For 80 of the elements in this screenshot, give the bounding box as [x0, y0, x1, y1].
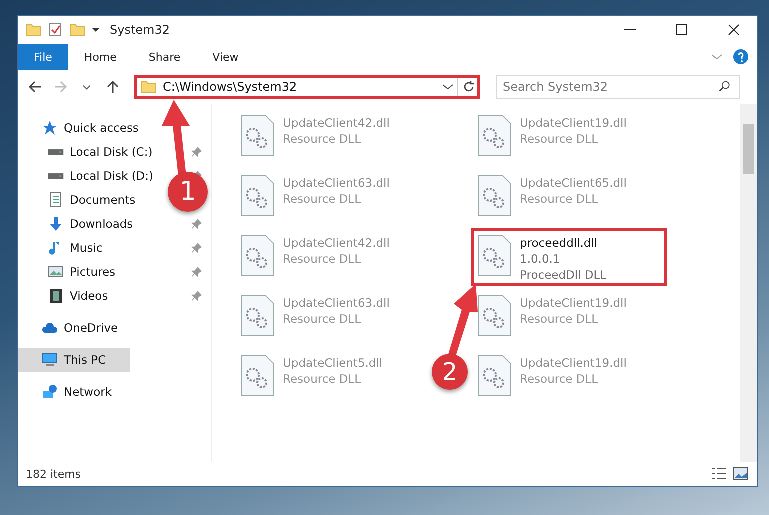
- gear-file-icon: [241, 355, 275, 397]
- file-description: Resource DLL: [283, 191, 362, 207]
- file-description: Resource DLL: [520, 191, 600, 207]
- folder-icon: [26, 22, 42, 38]
- file-description: Resource DLL: [283, 311, 362, 327]
- customize-caret-icon: [92, 28, 100, 32]
- details-view-icon: [711, 466, 727, 482]
- file-description: Resource DLL: [283, 251, 362, 267]
- file-name: UpdateClient42.dll: [283, 235, 390, 251]
- ribbon-tab[interactable]: Share: [132, 44, 197, 70]
- gear-file-icon: [241, 115, 275, 157]
- maximize-icon: [676, 24, 688, 36]
- nav-item[interactable]: Local Disk (C:): [18, 140, 159, 164]
- file-description: Resource DLL: [520, 131, 600, 147]
- network-icon: [42, 384, 58, 400]
- file-description: Resource DLL: [520, 371, 600, 387]
- item-count: 182 items: [26, 468, 82, 480]
- help-icon: [733, 49, 749, 65]
- file-name: UpdateClient19.dll: [520, 355, 627, 371]
- large-icons-view-icon: [733, 466, 749, 482]
- scrollbar[interactable]: [740, 104, 757, 462]
- properties-icon: [48, 22, 64, 38]
- ribbon-tab[interactable]: View: [196, 44, 255, 70]
- folder-icon: [141, 79, 157, 95]
- gear-file-icon: [241, 235, 275, 277]
- download-arrow-icon: [48, 216, 64, 232]
- file-name: UpdateClient19.dll: [520, 115, 627, 131]
- file-description: Resource DLL: [283, 131, 362, 147]
- file-name: UpdateClient65.dll: [520, 175, 627, 191]
- nav-item[interactable]: OneDrive: [18, 316, 124, 340]
- address-bar[interactable]: C:\Windows\System32: [134, 75, 480, 99]
- monitor-icon: [42, 352, 58, 368]
- document-icon: [48, 192, 64, 208]
- gear-file-icon: [478, 175, 512, 217]
- file-version: 1.0.0.1: [520, 251, 562, 267]
- nav-item[interactable]: Documents: [18, 188, 142, 212]
- file-name: UpdateClient19.dll: [520, 295, 627, 311]
- back-arrow-icon: [28, 80, 42, 94]
- up-arrow-icon: [106, 80, 120, 94]
- drive-icon: [48, 173, 64, 179]
- window-title: System32: [110, 23, 172, 37]
- search-icon: [718, 80, 732, 94]
- file-name: UpdateClient63.dll: [283, 295, 390, 311]
- nav-item[interactable]: Quick access: [18, 116, 145, 140]
- nav-item[interactable]: Local Disk (D:): [18, 164, 160, 188]
- gear-file-icon: [478, 235, 512, 277]
- nav-item[interactable]: Music: [18, 236, 109, 260]
- cloud-icon: [42, 320, 58, 336]
- file-name: UpdateClient5.dll: [283, 355, 383, 371]
- ribbon-tab[interactable]: Home: [68, 44, 133, 70]
- file-menu-button[interactable]: File: [18, 44, 68, 70]
- file-name: UpdateClient63.dll: [283, 175, 390, 191]
- gear-file-icon: [478, 355, 512, 397]
- star-icon: [42, 120, 58, 136]
- close-icon: [728, 24, 740, 36]
- picture-icon: [48, 264, 64, 280]
- drive-icon: [48, 149, 64, 155]
- dropdown-caret-icon: [442, 84, 454, 90]
- nav-item[interactable]: Downloads: [18, 212, 140, 236]
- forward-arrow-icon: [54, 80, 68, 94]
- gear-file-icon: [478, 295, 512, 337]
- gear-file-icon: [241, 295, 275, 337]
- nav-item[interactable]: Videos: [18, 284, 114, 308]
- file-name: UpdateClient42.dll: [283, 115, 390, 131]
- gear-file-icon: [241, 175, 275, 217]
- file-description: Resource DLL: [283, 371, 362, 387]
- minimize-icon: [624, 29, 636, 31]
- new-folder-icon: [70, 22, 86, 38]
- file-description: ProceedDll DLL: [520, 267, 607, 283]
- search-field[interactable]: Search System32: [496, 75, 740, 99]
- nav-item[interactable]: Network: [18, 380, 118, 404]
- nav-item[interactable]: This PC: [18, 348, 130, 372]
- expand-ribbon-caret-icon: [711, 54, 723, 60]
- caret-icon: [83, 84, 91, 90]
- gear-file-icon: [478, 115, 512, 157]
- file-item[interactable]: proceeddll.dll 1.0.0.1 ProceedDll DLL: [471, 228, 667, 286]
- file-description: Resource DLL: [520, 311, 600, 327]
- film-icon: [48, 288, 64, 304]
- nav-item[interactable]: Pictures: [18, 260, 122, 284]
- file-name: proceeddll.dll: [520, 235, 599, 251]
